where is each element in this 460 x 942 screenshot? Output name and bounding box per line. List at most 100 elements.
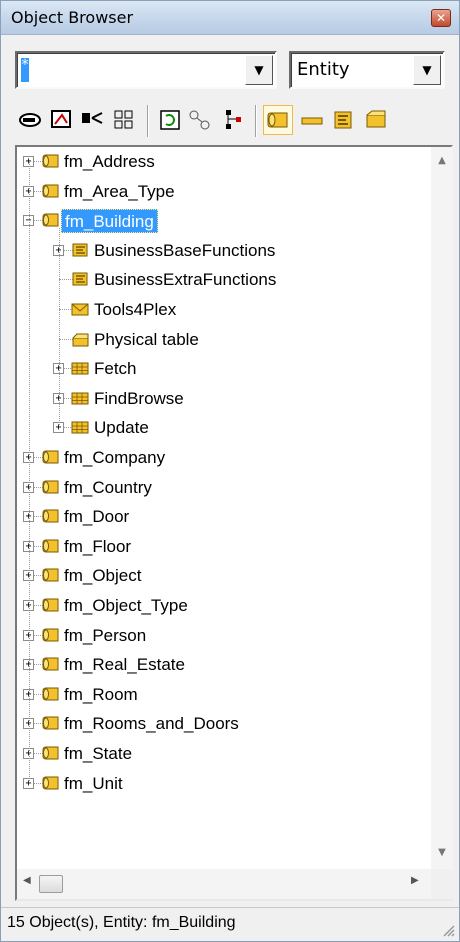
hierarchy-button[interactable] — [219, 105, 249, 135]
scroll-left-icon[interactable]: ◀ — [23, 875, 31, 886]
scroll-down-icon[interactable]: ▼ — [435, 847, 449, 861]
resize-grip-icon[interactable] — [441, 923, 455, 937]
object-tree[interactable]: + fm_Address + fm_Area_Type − fm_Building + Bus… — [17, 147, 431, 869]
tree-node-label[interactable]: fm_Company — [61, 446, 168, 470]
tree-node-label[interactable]: fm_Rooms_and_Doors — [61, 712, 242, 736]
tree-node-label[interactable]: fm_Unit — [61, 772, 126, 796]
tree-node[interactable]: + FindBrowse — [17, 384, 431, 414]
tree-node[interactable]: + fm_Company — [17, 443, 431, 473]
tree-node-label[interactable]: fm_Real_Estate — [61, 653, 188, 677]
grid-icon — [114, 110, 133, 129]
tree-node[interactable]: BusinessExtraFunctions — [17, 265, 431, 295]
object-browser-window: Object Browser ✕ * ▼ Entity ▼ + fm_Addre… — [0, 0, 460, 942]
tree-node[interactable]: + Fetch — [17, 354, 431, 384]
scroll-right-icon[interactable]: ▶ — [411, 875, 419, 886]
entity-icon — [42, 154, 59, 168]
tree-node[interactable]: + fm_Address — [17, 147, 431, 177]
toolbar-separator — [147, 105, 149, 137]
tree-node[interactable]: + fm_Unit — [17, 769, 431, 799]
chevron-down-icon: ▼ — [254, 63, 264, 77]
tree-node[interactable]: + Update — [17, 413, 431, 443]
split-button[interactable] — [77, 105, 107, 135]
tree-node[interactable]: + fm_Country — [17, 473, 431, 503]
vertical-scrollbar[interactable]: ▲ ▼ — [431, 147, 453, 869]
field-icon — [301, 117, 323, 125]
tree-node[interactable]: + fm_Area_Type — [17, 177, 431, 207]
tree-node-label[interactable]: fm_Floor — [61, 535, 134, 559]
tree-node[interactable]: + fm_Door — [17, 502, 431, 532]
scroll-up-icon[interactable]: ▲ — [435, 155, 449, 169]
tree-node-label[interactable]: Physical table — [91, 328, 202, 352]
tree-node-label[interactable]: fm_Object — [61, 564, 144, 588]
object-type-dropdown-button[interactable]: ▼ — [413, 55, 441, 85]
diagram-icon — [51, 110, 71, 128]
entity-filter-button[interactable] — [263, 105, 293, 135]
tree-node[interactable]: + fm_Object — [17, 561, 431, 591]
function-icon — [72, 243, 88, 257]
window-title: Object Browser — [11, 8, 134, 27]
field-filter-button[interactable] — [297, 105, 327, 135]
close-button[interactable]: ✕ — [431, 9, 451, 27]
view-icon — [71, 392, 89, 405]
entity-icon — [42, 598, 59, 612]
close-icon: ✕ — [435, 11, 447, 25]
entity-icon — [42, 539, 59, 553]
tree-node[interactable]: + fm_State — [17, 739, 431, 769]
tree-node[interactable]: + BusinessBaseFunctions — [17, 236, 431, 266]
tree-node-label[interactable]: fm_State — [61, 742, 135, 766]
entity-icon — [42, 628, 59, 642]
tree-node-label[interactable]: fm_Area_Type — [61, 180, 178, 204]
entity-icon — [42, 687, 59, 701]
tree-node-label[interactable]: fm_Building — [61, 209, 158, 234]
key-button[interactable] — [15, 105, 45, 135]
filter-input[interactable]: * ▼ — [15, 51, 277, 89]
tree-node-label[interactable]: fm_Door — [61, 505, 132, 529]
refresh-button[interactable] — [155, 105, 185, 135]
tree-node[interactable]: + fm_Person — [17, 621, 431, 651]
tree-node-label[interactable]: fm_Address — [61, 150, 158, 174]
table-icon — [72, 333, 89, 347]
tree-node[interactable]: + fm_Object_Type — [17, 591, 431, 621]
links-button[interactable] — [185, 105, 215, 135]
tree-node[interactable]: + fm_Room — [17, 680, 431, 710]
tree-node[interactable]: + fm_Real_Estate — [17, 650, 431, 680]
refresh-icon — [160, 110, 180, 130]
function-filter-button[interactable] — [329, 105, 359, 135]
tree-node[interactable]: + fm_Rooms_and_Doors — [17, 709, 431, 739]
object-tree-panel: + fm_Address + fm_Area_Type − fm_Building + Bus… — [15, 145, 453, 901]
tree-node-label[interactable]: fm_Object_Type — [61, 594, 191, 618]
envelope-icon — [71, 303, 89, 316]
view-icon — [71, 421, 89, 434]
filter-value: * — [21, 58, 29, 82]
tree-node-label[interactable]: FindBrowse — [91, 387, 187, 411]
horizontal-scroll-thumb[interactable] — [39, 875, 63, 893]
diagram-button[interactable] — [47, 105, 77, 135]
function-icon — [72, 272, 88, 286]
object-type-select[interactable]: Entity ▼ — [289, 51, 445, 89]
scroll-corner — [431, 869, 453, 899]
tree-node-label[interactable]: Update — [91, 416, 152, 440]
tree-node[interactable]: + fm_Floor — [17, 532, 431, 562]
view-icon — [71, 362, 89, 375]
entity-icon — [42, 746, 59, 760]
tree-node-label[interactable]: BusinessExtraFunctions — [91, 268, 279, 292]
tree-node[interactable]: Tools4Plex — [17, 295, 431, 325]
tree-node-label[interactable]: fm_Room — [61, 683, 141, 707]
table-filter-button[interactable] — [361, 105, 391, 135]
horizontal-scrollbar[interactable]: ◀ ▶ — [17, 869, 431, 899]
tree-node-label[interactable]: fm_Country — [61, 476, 155, 500]
entity-icon — [42, 716, 59, 730]
tree-node[interactable]: Physical table — [17, 325, 431, 355]
tree-node-label[interactable]: Fetch — [91, 357, 140, 381]
entity-icon — [42, 450, 59, 464]
entity-icon — [42, 509, 59, 523]
tree-node[interactable]: − fm_Building — [17, 206, 431, 236]
tree-node-label[interactable]: fm_Person — [61, 624, 149, 648]
filter-dropdown-button[interactable]: ▼ — [245, 55, 273, 85]
grid-button[interactable] — [109, 105, 139, 135]
title-bar[interactable]: Object Browser ✕ — [1, 1, 459, 35]
tree-node-label[interactable]: BusinessBaseFunctions — [91, 239, 278, 263]
entity-icon — [42, 184, 59, 198]
tree-child-line — [59, 228, 60, 428]
tree-node-label[interactable]: Tools4Plex — [91, 298, 179, 322]
